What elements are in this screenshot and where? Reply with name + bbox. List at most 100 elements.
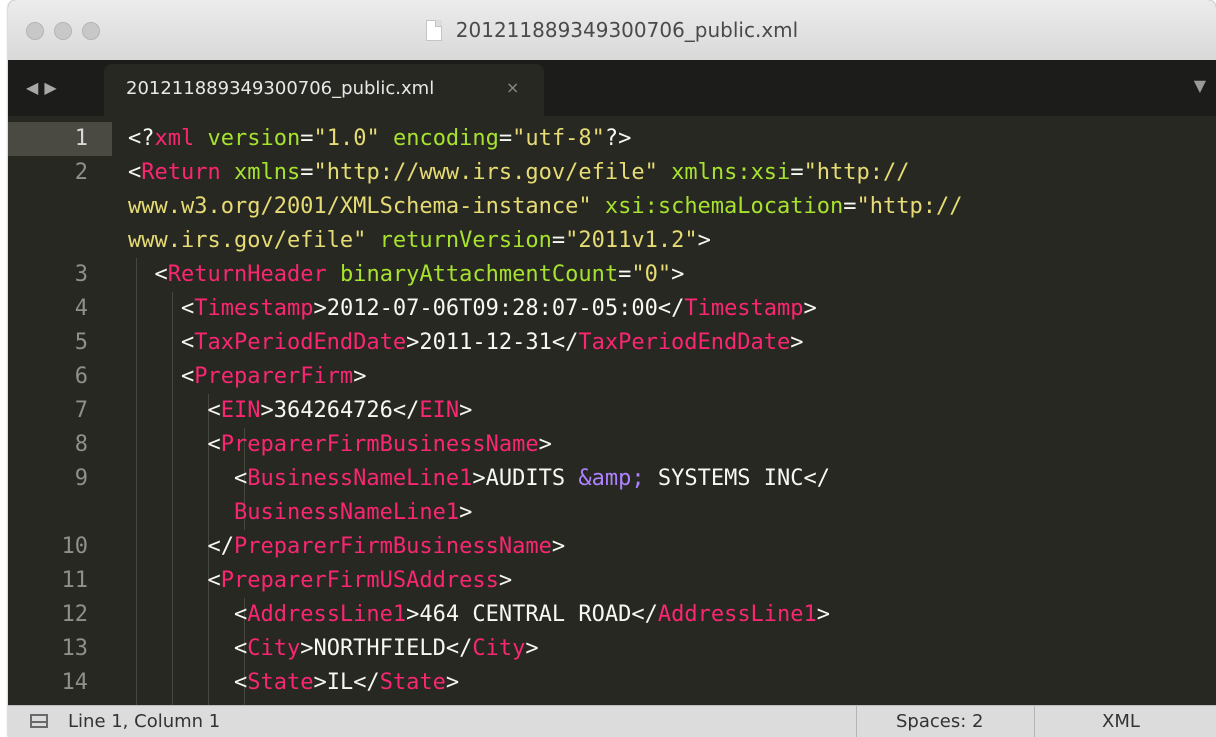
line-number: 8 <box>74 432 88 457</box>
tab-menu-chevron-down-icon[interactable]: ▼ <box>1194 76 1206 95</box>
syntax-selector[interactable]: XML <box>1102 711 1140 732</box>
line-number: 5 <box>74 330 88 355</box>
code-token: TaxPeriodEndDate <box>194 330 407 355</box>
code-token: City <box>247 636 301 661</box>
code-token: SYSTEMS INC</ <box>644 466 831 491</box>
code-token: < <box>128 398 221 423</box>
code-token: >2011-12-31</ <box>406 330 579 355</box>
tab-file-label[interactable]: 201211889349300706_public.xml <box>126 78 434 99</box>
indentation-selector[interactable]: Spaces: 2 <box>896 711 983 732</box>
code-line: <TaxPeriodEndDate>2011-12-31</TaxPeriodE… <box>128 326 962 360</box>
code-token: xmlns <box>233 160 301 185</box>
code-token: < <box>128 262 168 287</box>
code-token: < <box>128 568 221 593</box>
code-token: xsi:schemaLocation <box>604 194 844 219</box>
code-token: PreparerFirmUSAddress <box>220 568 499 593</box>
line-number: 9 <box>74 466 88 491</box>
code-token: > <box>697 228 711 253</box>
editor-window: 201211889349300706_public.xml ◀▶ 2012118… <box>8 0 1216 737</box>
code-token: = <box>551 228 566 253</box>
code-token: > <box>498 568 513 593</box>
code-token: Return <box>141 160 221 185</box>
code-token: > <box>803 296 817 321</box>
window-title-group: 201211889349300706_public.xml <box>8 0 1216 60</box>
code-token: "2011v1.2" <box>565 228 698 253</box>
code-token: >364264726</ <box>260 398 420 423</box>
code-token: BusinessNameLine1 <box>233 500 460 525</box>
line-number: 14 <box>61 670 89 695</box>
code-token: encoding <box>392 126 499 151</box>
line-number: 11 <box>61 568 89 593</box>
code-token: version <box>207 126 301 151</box>
code-token: >IL</ <box>313 670 380 695</box>
forward-arrow-icon[interactable]: ▶ <box>44 78 62 97</box>
line-number: 7 <box>74 398 88 423</box>
code-token: = <box>300 126 314 151</box>
back-arrow-icon[interactable]: ◀ <box>26 78 44 97</box>
code-token: < <box>128 432 221 457</box>
code-line: BusinessNameLine1> <box>128 496 962 530</box>
code-token: www.irs.gov/efile" <box>128 228 367 253</box>
code-token: > <box>671 262 685 287</box>
code-token: < <box>128 636 248 661</box>
code-token: PreparerFirmBusinessName <box>220 432 539 457</box>
code-editor[interactable]: 1 2 3 4 5 6 7 8 9 10 11 12 13 14 <?xml version="1.0" … <box>8 118 1216 705</box>
code-token: >NORTHFIELD</ <box>300 636 473 661</box>
code-line: <PreparerFirmUSAddress> <box>128 564 962 598</box>
code-line: <PreparerFirm> <box>128 360 962 394</box>
code-line: </PreparerFirmBusinessName> <box>128 530 962 564</box>
line-number: 6 <box>74 364 88 389</box>
title-bar: 201211889349300706_public.xml <box>8 0 1216 61</box>
code-line: <?xml version="1.0" encoding="utf-8"?> <box>128 122 962 156</box>
code-token: > <box>525 636 539 661</box>
code-token: < <box>128 670 248 695</box>
line-number: 13 <box>61 636 89 661</box>
tab-nav-arrows: ◀▶ <box>26 78 63 97</box>
code-token: PreparerFirm <box>194 364 354 389</box>
code-token: >464 CENTRAL ROAD</ <box>406 602 658 627</box>
code-token: BusinessNameLine1 <box>247 466 473 491</box>
code-token: EIN <box>419 398 460 423</box>
code-token: xml <box>154 126 195 151</box>
line-number: 1 <box>74 126 88 151</box>
cursor-position: Line 1, Column 1 <box>68 711 221 732</box>
code-token: "http:// <box>856 194 963 219</box>
code-line: www.irs.gov/efile" returnVersion="2011v1… <box>128 224 962 258</box>
code-token: www.w3.org/2001/XMLSchema-instance" <box>128 194 592 219</box>
status-divider <box>1034 706 1035 737</box>
code-text-area[interactable]: <?xml version="1.0" encoding="utf-8"?> <R… <box>128 122 962 700</box>
code-token: >2012-07-06T09:28:07-05:00</ <box>313 296 685 321</box>
code-token: < <box>128 160 142 185</box>
code-token: > <box>445 670 460 695</box>
code-token: ?> <box>604 126 632 151</box>
line-number: 2 <box>74 160 88 185</box>
code-token: returnVersion <box>379 228 552 253</box>
line-number: 10 <box>61 534 89 559</box>
code-token: > <box>551 534 566 559</box>
code-token: < <box>128 296 195 321</box>
code-token: = <box>618 262 632 287</box>
code-token: EIN <box>220 398 261 423</box>
code-token: "1.0" <box>313 126 380 151</box>
panel-toggle-icon[interactable] <box>30 714 48 728</box>
code-line: <AddressLine1>464 CENTRAL ROAD</AddressL… <box>128 598 962 632</box>
code-token: <? <box>128 126 155 151</box>
code-line: <BusinessNameLine1>AUDITS &amp; SYSTEMS … <box>128 462 962 496</box>
code-token: > <box>353 364 367 389</box>
tab-close-icon[interactable]: × <box>506 78 519 97</box>
code-line: <State>IL</State> <box>128 666 962 700</box>
code-token: State <box>247 670 314 695</box>
line-number: 3 <box>74 262 88 287</box>
code-token: Timestamp <box>194 296 314 321</box>
line-number: 4 <box>74 296 88 321</box>
code-token: > <box>538 432 552 457</box>
line-number-gutter: 1 2 3 4 5 6 7 8 9 10 11 12 13 14 <box>8 118 112 705</box>
code-token: >AUDITS <box>472 466 579 491</box>
code-token: Timestamp <box>684 296 804 321</box>
code-token: AddressLine1 <box>247 602 407 627</box>
